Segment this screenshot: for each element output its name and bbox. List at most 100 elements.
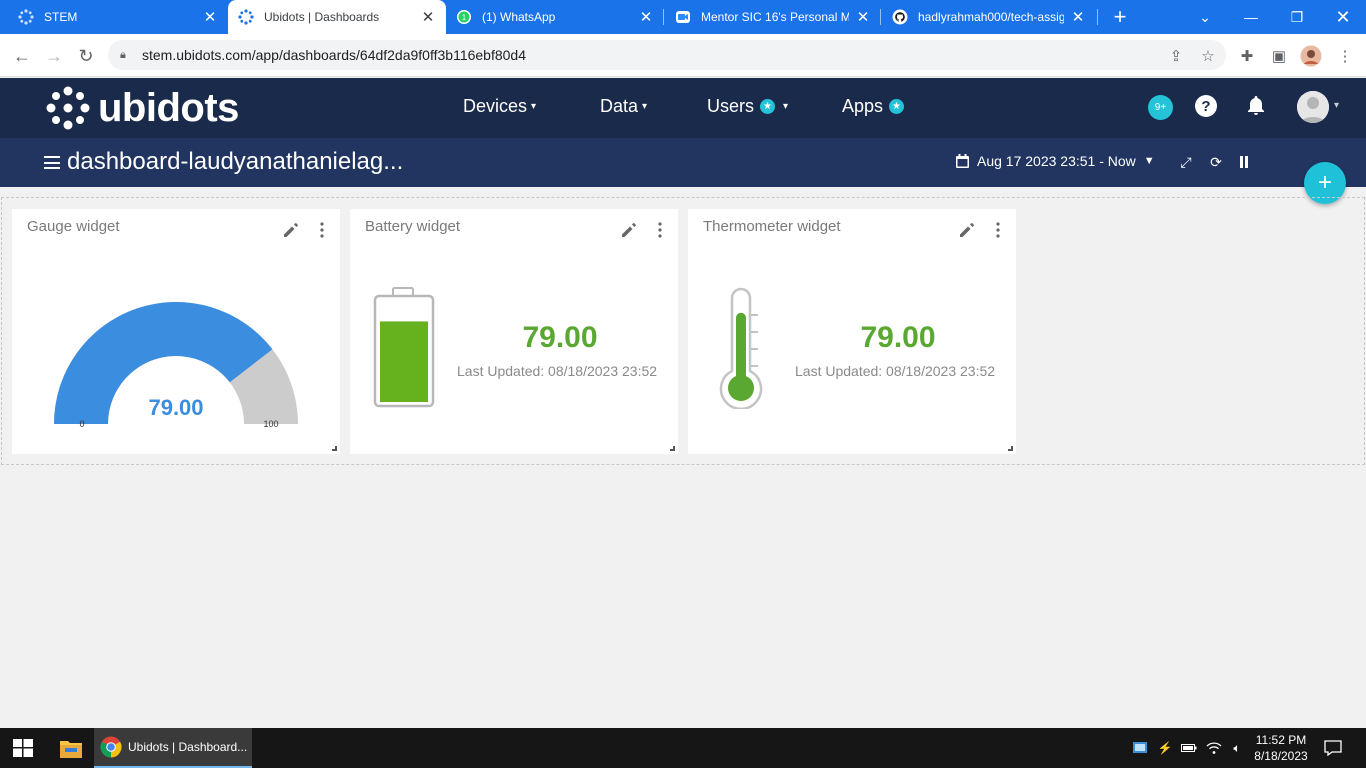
minimize-button[interactable]: — — [1228, 0, 1274, 34]
battery-tray-icon[interactable] — [1181, 740, 1197, 756]
pencil-edit-icon[interactable] — [282, 222, 299, 239]
windows-taskbar: Ubidots | Dashboard... ⚡ 🔈︎ 11:52 PM 8/1… — [0, 728, 1366, 768]
file-explorer-icon[interactable] — [60, 738, 82, 758]
battery-widget[interactable]: Battery widget 79.00 Last Updated: 08/18… — [350, 209, 678, 454]
widget-title: Gauge widget — [27, 218, 120, 235]
widget-title: Battery widget — [365, 218, 461, 235]
nav-users[interactable]: Users ★ ▾ — [707, 96, 788, 117]
svg-text:1: 1 — [462, 13, 467, 22]
date-range-picker[interactable]: Aug 17 2023 23:51 - Now ▼ — [956, 153, 1155, 169]
tab-separator — [1097, 9, 1098, 25]
tab-stem[interactable]: STEM ✕ — [8, 0, 228, 34]
battery-value: 79.00 — [522, 321, 598, 354]
nav-devices[interactable]: Devices ▾ — [463, 96, 536, 117]
system-clock[interactable]: 11:52 PM 8/18/2023 — [1250, 732, 1312, 764]
network-share-icon[interactable] — [1132, 740, 1148, 756]
notifications-count-badge[interactable]: 9+ — [1148, 95, 1173, 120]
profile-avatar-icon[interactable] — [1300, 45, 1322, 67]
browser-menu-icon[interactable]: ⋮ — [1334, 45, 1356, 67]
volume-icon[interactable]: 🔈︎ — [1229, 740, 1245, 756]
wifi-icon[interactable] — [1206, 740, 1222, 756]
help-icon[interactable]: ? — [1195, 95, 1217, 117]
ubidots-logo-icon — [46, 86, 90, 130]
nav-data[interactable]: Data ▾ — [600, 96, 647, 117]
address-bar[interactable]: 🔒︎ stem.ubidots.com/app/dashboards/64df2… — [108, 40, 1226, 70]
extensions-puzzle-icon[interactable]: ✚ — [1236, 45, 1258, 67]
reload-icon[interactable]: ↻ — [72, 42, 100, 70]
star-badge-icon: ★ — [760, 99, 776, 114]
tab-ubidots-dashboards[interactable]: Ubidots | Dashboards ✕ — [228, 0, 446, 34]
pause-icon[interactable] — [1236, 154, 1252, 170]
caret-down-icon[interactable]: ▾ — [1334, 100, 1339, 111]
forward-arrow-icon[interactable]: → — [40, 42, 68, 70]
lock-icon: 🔒︎ — [120, 48, 126, 61]
bookmark-star-icon[interactable]: ☆ — [1197, 45, 1219, 67]
thermometer-icon — [719, 287, 763, 409]
close-window-button[interactable]: ✕ — [1320, 0, 1366, 34]
last-updated-text: Last Updated: 08/18/2023 23:52 — [795, 363, 996, 379]
close-icon[interactable]: ✕ — [855, 8, 871, 26]
clock-date: 8/18/2023 — [1254, 749, 1308, 763]
ubidots-logo[interactable]: ubidots — [46, 86, 239, 130]
caret-down-icon: ▾ — [642, 101, 648, 112]
thermometer-value: 79.00 — [860, 321, 936, 354]
date-range-label: Aug 17 2023 23:51 - Now — [977, 153, 1136, 169]
tab-zoom-meeting[interactable]: Mentor SIC 16's Personal Me ✕ — [665, 0, 881, 34]
new-tab-button[interactable]: + — [1108, 4, 1132, 30]
thermometer-widget[interactable]: Thermometer widget 79.00 Last Updated: 0… — [688, 209, 1016, 454]
more-vertical-icon[interactable] — [319, 222, 325, 238]
nav-apps[interactable]: Apps ★ — [842, 96, 905, 117]
ubidots-favicon-icon — [18, 9, 34, 25]
tab-title: Ubidots | Dashboards — [264, 10, 380, 24]
close-icon[interactable]: ✕ — [202, 8, 218, 26]
chrome-icon — [100, 736, 122, 758]
last-updated-text: Last Updated: 08/18/2023 23:52 — [457, 363, 658, 379]
caret-down-icon: ▾ — [531, 101, 537, 112]
widget-title: Thermometer widget — [703, 218, 841, 235]
hamburger-menu-icon[interactable] — [44, 156, 60, 169]
close-icon[interactable]: ✕ — [1070, 8, 1086, 26]
more-vertical-icon[interactable] — [657, 222, 663, 238]
gauge-widget[interactable]: Gauge widget 79.00 0 100 — [12, 209, 340, 454]
resize-handle[interactable] — [670, 446, 675, 451]
gauge-max-label: 100 — [263, 419, 279, 429]
close-icon[interactable]: ✕ — [638, 8, 654, 26]
resize-handle[interactable] — [1008, 446, 1013, 451]
user-avatar[interactable] — [1297, 91, 1329, 123]
nav-label: Data — [600, 96, 639, 116]
bell-icon[interactable] — [1244, 94, 1268, 118]
tab-title: (1) WhatsApp — [482, 10, 556, 24]
taskbar-chrome-app[interactable]: Ubidots | Dashboard... — [94, 728, 252, 768]
github-icon — [892, 9, 908, 25]
tab-separator — [663, 9, 664, 25]
pencil-edit-icon[interactable] — [620, 222, 637, 239]
tab-whatsapp[interactable]: 1 (1) WhatsApp ✕ — [446, 0, 664, 34]
close-icon[interactable]: ✕ — [420, 8, 436, 26]
more-vertical-icon[interactable] — [995, 222, 1001, 238]
whatsapp-icon: 1 — [456, 9, 472, 25]
app-header: ubidots Devices ▾ Data ▾ Users ★ ▾ Apps ★ … — [0, 78, 1366, 138]
taskbar-app-label: Ubidots | Dashboard... — [128, 740, 248, 754]
back-arrow-icon[interactable]: ← — [8, 42, 36, 70]
star-badge-icon: ★ — [889, 99, 905, 114]
tab-title: STEM — [44, 10, 78, 24]
power-plan-icon[interactable]: ⚡ — [1157, 740, 1173, 756]
tab-github[interactable]: hadlyrahmah000/tech-assign ✕ — [882, 0, 1096, 34]
battery-icon — [373, 287, 435, 408]
tab-separator — [880, 9, 881, 25]
share-icon[interactable]: ⇪ — [1165, 45, 1187, 67]
side-panel-icon[interactable]: ▣ — [1268, 45, 1290, 67]
gauge-value: 79.00 — [148, 395, 204, 420]
notification-center-icon[interactable] — [1324, 740, 1342, 756]
tab-search-chevron-icon[interactable]: ⌄ — [1182, 0, 1228, 34]
refresh-icon[interactable]: ⟳ — [1208, 154, 1224, 170]
dashboard-title[interactable]: dashboard-laudyanathanielag... — [67, 148, 403, 176]
fullscreen-icon[interactable]: ⤢ — [1178, 154, 1194, 170]
nav-label: Users — [707, 96, 755, 116]
tab-title: Mentor SIC 16's Personal Me — [701, 10, 849, 24]
pencil-edit-icon[interactable] — [958, 222, 975, 239]
windows-start-icon[interactable] — [13, 739, 33, 757]
logo-text: ubidots — [98, 86, 239, 130]
restore-button[interactable]: ❐ — [1274, 0, 1320, 34]
resize-handle[interactable] — [332, 446, 337, 451]
